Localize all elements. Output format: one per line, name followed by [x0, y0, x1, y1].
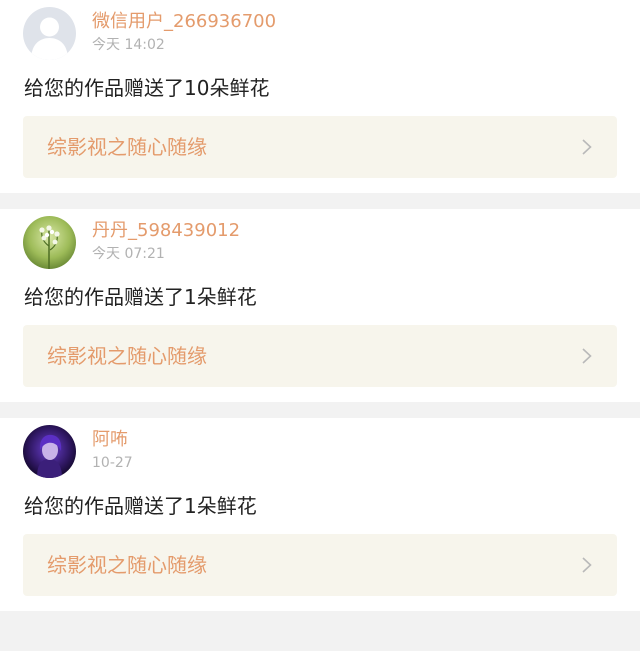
gift-message: 给您的作品赠送了10朵鲜花 [24, 76, 270, 100]
purple-portrait-avatar-icon [23, 425, 76, 478]
chevron-right-icon [579, 348, 595, 364]
work-title: 综影视之随心随缘 [47, 553, 207, 577]
gift-message: 给您的作品赠送了1朵鲜花 [24, 494, 257, 518]
green-plant-avatar-icon [23, 216, 76, 269]
user-avatar[interactable] [23, 425, 76, 478]
user-name[interactable]: 丹丹_598439012 [92, 220, 240, 242]
user-avatar[interactable] [23, 7, 76, 60]
work-link[interactable]: 综影视之随心随缘 [23, 534, 617, 596]
work-link[interactable]: 综影视之随心随缘 [23, 116, 617, 178]
chevron-right-icon [579, 139, 595, 155]
work-link[interactable]: 综影视之随心随缘 [23, 325, 617, 387]
user-name[interactable]: 阿咘 [92, 429, 128, 451]
notification-time: 今天 14:02 [92, 37, 165, 53]
gift-notification-feed: 微信用户_266936700 今天 14:02 给您的作品赠送了10朵鲜花 综影… [0, 0, 640, 611]
chevron-right-icon [579, 557, 595, 573]
default-user-avatar-icon [23, 7, 76, 60]
notification-card: 丹丹_598439012 今天 07:21 给您的作品赠送了1朵鲜花 综影视之随… [0, 209, 640, 402]
work-title: 综影视之随心随缘 [47, 344, 207, 368]
user-avatar[interactable] [23, 216, 76, 269]
gift-message: 给您的作品赠送了1朵鲜花 [24, 285, 257, 309]
work-title: 综影视之随心随缘 [47, 135, 207, 159]
notification-card: 微信用户_266936700 今天 14:02 给您的作品赠送了10朵鲜花 综影… [0, 0, 640, 193]
user-name[interactable]: 微信用户_266936700 [92, 11, 276, 33]
notification-card: 阿咘 10-27 给您的作品赠送了1朵鲜花 综影视之随心随缘 [0, 418, 640, 611]
notification-time: 10-27 [92, 455, 133, 471]
notification-time: 今天 07:21 [92, 246, 165, 262]
